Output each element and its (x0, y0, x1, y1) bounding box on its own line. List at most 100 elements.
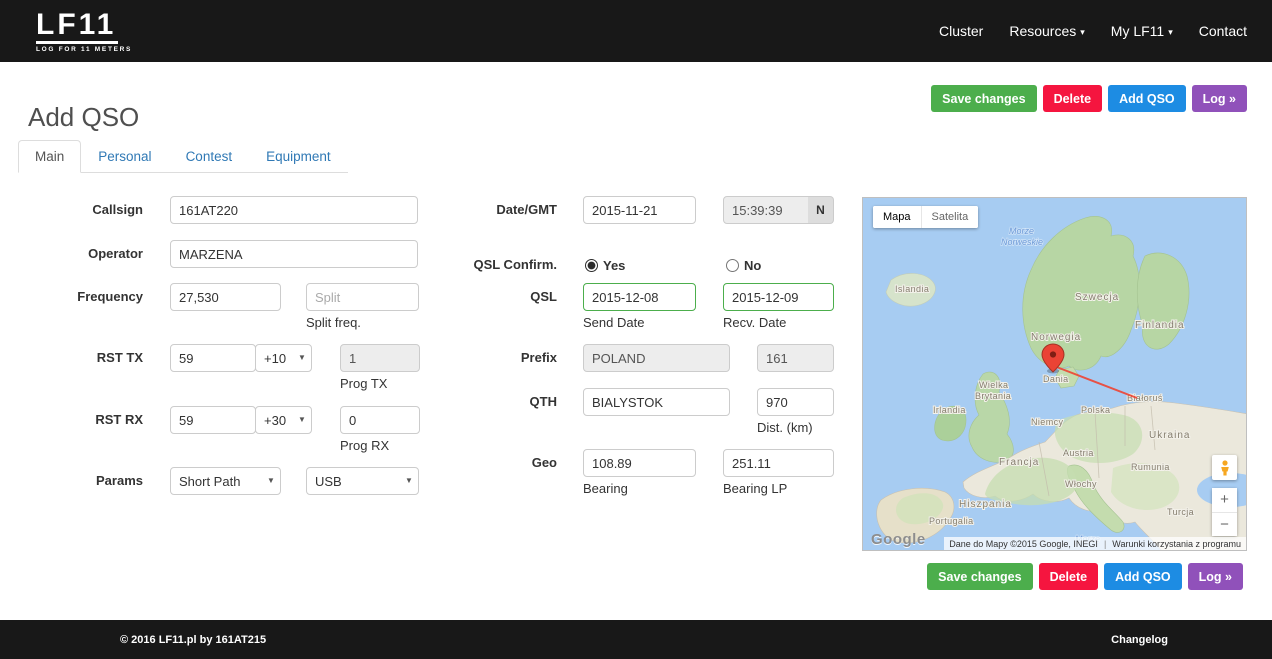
add-qso-button-bottom[interactable]: Add QSO (1104, 563, 1182, 590)
rst-tx-input[interactable] (170, 344, 256, 372)
send-date-caption: Send Date (583, 315, 644, 330)
rst-tx-label: RST TX (20, 344, 143, 372)
callsign-input[interactable] (170, 196, 418, 224)
qsl-confirm-yes[interactable]: Yes (585, 251, 625, 279)
qsl-confirm-yes-label: Yes (603, 258, 625, 273)
rst-rx-input[interactable] (170, 406, 256, 434)
map-label-country: Szwecja (1075, 292, 1119, 303)
prog-rx-input[interactable] (340, 406, 420, 434)
map-label-country: Islandia (895, 284, 929, 294)
map-label-country: Portugalia (929, 516, 974, 526)
nav-item-my-lf11[interactable]: My LF11▾ (1111, 23, 1173, 39)
rst-rx-label: RST RX (20, 406, 143, 434)
path-select[interactable]: Short Path (170, 467, 281, 495)
operator-label: Operator (20, 240, 143, 268)
save-changes-button[interactable]: Save changes (931, 85, 1036, 112)
map-type-map-button[interactable]: Mapa (873, 206, 921, 228)
actions-bottom: Save changes Delete Add QSO Log » (927, 563, 1243, 590)
time-now-button[interactable]: N (808, 196, 834, 224)
map-label-country: Białoruś (1127, 393, 1163, 403)
prefix-label: Prefix (440, 344, 557, 372)
prefix-country-input (583, 344, 730, 372)
tab-personal[interactable]: Personal (81, 140, 168, 173)
footer-changelog-link[interactable]: Changelog (1111, 634, 1168, 646)
split-frequency-caption: Split freq. (306, 315, 361, 330)
map-label-country: Włochy (1065, 479, 1097, 489)
qsl-send-date-input[interactable] (583, 283, 696, 311)
prog-tx-input (340, 344, 420, 372)
operator-input[interactable] (170, 240, 418, 268)
tab-equipment[interactable]: Equipment (249, 140, 348, 173)
map-panel[interactable]: Morze Norweskie Islandia Norwegia Szwecj… (862, 197, 1247, 551)
qsl-confirm-no-radio[interactable] (726, 259, 739, 272)
tab-main[interactable]: Main (18, 140, 81, 173)
zoom-in-button[interactable]: + (1212, 488, 1237, 512)
qsl-confirm-label: QSL Confirm. (440, 251, 557, 279)
time-input[interactable] (723, 196, 809, 224)
caret-down-icon: ▾ (1168, 27, 1173, 37)
nav-item-contact[interactable]: Contact (1199, 23, 1247, 39)
map-attribution: Dane do Mapy ©2015 Google, INEGI | Warun… (944, 537, 1246, 550)
map-attribution-text: Dane do Mapy ©2015 Google, INEGI (949, 539, 1098, 549)
navbar: LF11 LOG FOR 11 METERS Cluster Resources… (0, 0, 1272, 62)
nav-menu: Cluster Resources▾ My LF11▾ Contact (939, 23, 1247, 39)
callsign-label: Callsign (20, 196, 143, 224)
prefix-code-input (757, 344, 834, 372)
qsl-confirm-no-label: No (744, 258, 761, 273)
map-label-country: Niemcy (1031, 417, 1064, 427)
nav-item-cluster-label: Cluster (939, 23, 983, 39)
qsl-confirm-no[interactable]: No (726, 251, 761, 279)
prog-rx-caption: Prog RX (340, 438, 389, 453)
nav-item-resources[interactable]: Resources▾ (1009, 23, 1084, 39)
map-label-sea: Morze (1009, 226, 1034, 236)
map-label-country: Ukraina (1149, 430, 1190, 441)
pegman-control[interactable] (1212, 455, 1237, 480)
save-changes-button-bottom[interactable]: Save changes (927, 563, 1032, 590)
qsl-recv-date-input[interactable] (723, 283, 834, 311)
date-input[interactable] (583, 196, 696, 224)
delete-button[interactable]: Delete (1043, 85, 1103, 112)
recv-date-caption: Recv. Date (723, 315, 786, 330)
zoom-out-button[interactable]: − (1212, 512, 1237, 536)
split-frequency-input[interactable] (306, 283, 419, 311)
nav-item-contact-label: Contact (1199, 23, 1247, 39)
pegman-icon (1219, 460, 1231, 476)
footer: © 2016 LF11.pl by 161AT215 Changelog (0, 620, 1272, 659)
log-button[interactable]: Log » (1192, 85, 1247, 112)
qth-input[interactable] (583, 388, 730, 416)
rst-rx-adjust-select[interactable]: +30 (255, 406, 312, 434)
logo-title: LF11 (36, 10, 132, 40)
qsl-confirm-yes-radio[interactable] (585, 259, 598, 272)
map-terms-link[interactable]: Warunki korzystania z programu (1112, 539, 1241, 549)
map-label-country: Rumunia (1131, 462, 1170, 472)
map-label-country: Wielka (979, 380, 1008, 390)
mode-select[interactable]: USB (306, 467, 419, 495)
nav-item-cluster[interactable]: Cluster (939, 23, 983, 39)
map-label-country: Austria (1063, 448, 1094, 458)
logo[interactable]: LF11 LOG FOR 11 METERS (36, 10, 132, 53)
bearing-lp-caption: Bearing LP (723, 481, 787, 496)
logo-divider (36, 41, 118, 44)
map-label-country: Hiszpania (959, 499, 1012, 510)
bearing-lp-input[interactable] (723, 449, 834, 477)
map-label-country: Irlandia (933, 405, 966, 415)
frequency-input[interactable] (170, 283, 281, 311)
map-label-country: Brytania (975, 391, 1011, 401)
map-label-country: Finlandia (1135, 320, 1185, 331)
bearing-caption: Bearing (583, 481, 628, 496)
map-label-country: Polska (1081, 405, 1110, 415)
frequency-label: Frequency (20, 283, 143, 311)
map-label-country: Norwegia (1031, 332, 1081, 343)
add-qso-button[interactable]: Add QSO (1108, 85, 1186, 112)
tab-contest[interactable]: Contest (169, 140, 250, 173)
distance-input[interactable] (757, 388, 834, 416)
map-canvas: Morze Norweskie Islandia Norwegia Szwecj… (863, 198, 1247, 551)
delete-button-bottom[interactable]: Delete (1039, 563, 1099, 590)
google-logo: Google (871, 531, 926, 548)
bearing-input[interactable] (583, 449, 696, 477)
rst-tx-adjust-select[interactable]: +10 (255, 344, 312, 372)
log-button-bottom[interactable]: Log » (1188, 563, 1243, 590)
map-type-satellite-button[interactable]: Satelita (921, 206, 979, 228)
qth-label: QTH (440, 388, 557, 416)
map-label-country: Turcja (1167, 507, 1194, 517)
